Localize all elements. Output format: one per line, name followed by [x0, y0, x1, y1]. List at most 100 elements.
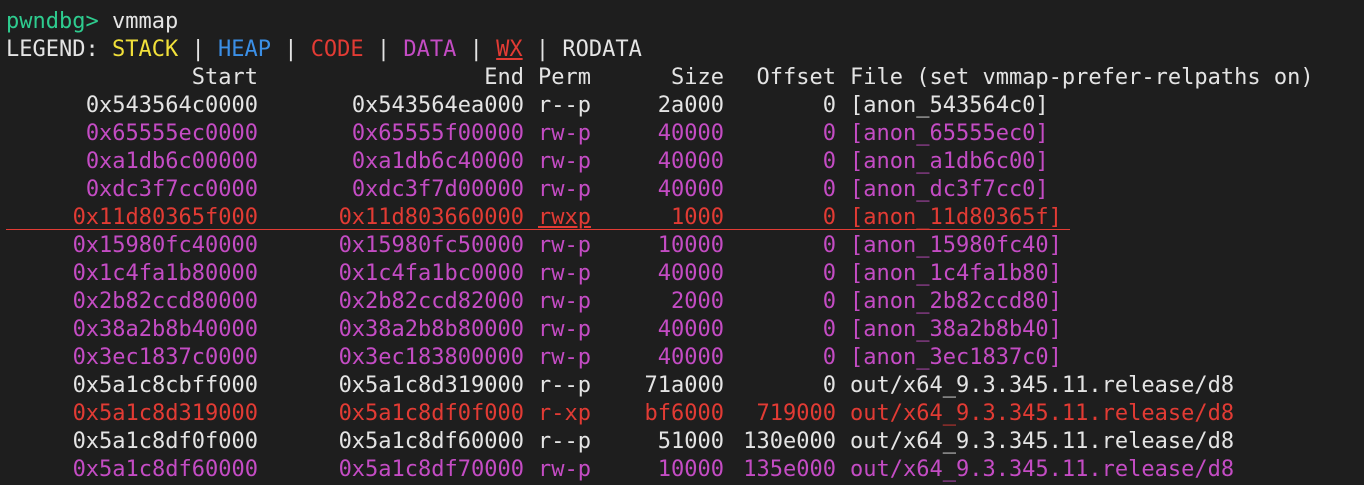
row-file: [anon_a1db6c00] [850, 149, 1049, 174]
row-file: [anon_dc3f7cc0] [850, 177, 1049, 202]
legend-data: DATA [403, 37, 457, 62]
row-size: 40000 [657, 121, 724, 146]
legend-separator: | [469, 37, 483, 62]
prompt-label: pwndbg> [6, 9, 99, 34]
row-offset: 0 [822, 233, 836, 258]
row-file: [anon_3ec1837c0] [850, 345, 1062, 370]
row-end: 0x11d803660000 [338, 205, 524, 230]
row-size: 2a000 [657, 93, 724, 118]
row-perm: r--p [538, 429, 591, 454]
row-offset: 0 [822, 373, 836, 398]
row-size: 40000 [657, 261, 724, 286]
table-row: 0xa1db6c00000 0xa1db6c40000 rw-p 40000 0… [6, 148, 1314, 176]
table-row: 0x3ec1837c0000 0x3ec183800000 rw-p 40000… [6, 344, 1314, 372]
row-start: 0xdc3f7cc0000 [85, 177, 258, 202]
legend-heap: HEAP [217, 37, 271, 62]
row-offset: 0 [822, 149, 836, 174]
row-file: out/x64_9.3.345.11.release/d8 [850, 373, 1235, 398]
table-row: 0x2b82ccd80000 0x2b82ccd82000 rw-p 2000 … [6, 288, 1314, 316]
legend-line: LEGEND: STACK | HEAP | CODE | DATA | WX … [6, 36, 1314, 64]
prompt-line: pwndbg> vmmap [6, 8, 1314, 36]
legend-separator: | [284, 37, 298, 62]
row-perm: rw-p [538, 289, 591, 314]
legend-stack: STACK [111, 37, 179, 62]
row-perm: rw-p [538, 317, 591, 342]
header-perm: Perm [538, 65, 591, 90]
legend-prefix: LEGEND: [6, 37, 99, 62]
row-start: 0x11d80365f000 [72, 205, 258, 230]
row-offset: 0 [822, 261, 836, 286]
row-end: 0x5a1c8df0f000 [338, 401, 524, 426]
row-offset: 135e000 [743, 457, 836, 482]
row-start: 0x3ec1837c0000 [72, 345, 258, 370]
table-row: 0x65555ec0000 0x65555f00000 rw-p 40000 0… [6, 120, 1314, 148]
row-offset: 0 [822, 177, 836, 202]
row-perm: rw-p [538, 177, 591, 202]
row-perm: rw-p [538, 261, 591, 286]
row-end: 0x5a1c8df70000 [338, 457, 524, 482]
terminal-output: pwndbg> vmmap LEGEND: STACK | HEAP | COD… [6, 8, 1314, 484]
table-header: Start End Perm Size Offset File (set vmm… [6, 64, 1314, 92]
row-end: 0x65555f00000 [351, 121, 524, 146]
row-offset: 0 [822, 345, 836, 370]
table-row: 0x543564c0000 0x543564ea000 r--p 2a000 0… [6, 92, 1314, 120]
row-file: [anon_15980fc40] [850, 233, 1062, 258]
row-size: bf6000 [644, 401, 724, 426]
row-offset: 0 [822, 93, 836, 118]
table-row: 0x5a1c8d319000 0x5a1c8df0f000 r-xp bf600… [6, 400, 1314, 428]
row-end: 0x38a2b8b80000 [338, 317, 524, 342]
row-perm: r--p [538, 373, 591, 398]
header-start: Start [191, 65, 258, 90]
row-size: 71a000 [644, 373, 724, 398]
row-start: 0x1c4fa1b80000 [72, 261, 258, 286]
table-row: 0x5a1c8cbff000 0x5a1c8d319000 r--p 71a00… [6, 372, 1314, 400]
row-start: 0x15980fc40000 [72, 233, 258, 258]
table-row: 0x5a1c8df0f000 0x5a1c8df60000 r--p 51000… [6, 428, 1314, 456]
row-size: 51000 [657, 429, 724, 454]
row-file: out/x64_9.3.345.11.release/d8 [850, 401, 1235, 426]
row-end: 0x15980fc50000 [338, 233, 524, 258]
header-size: Size [671, 65, 724, 90]
row-offset: 0 [822, 317, 836, 342]
row-offset: 0 [822, 289, 836, 314]
row-perm: rwxp [538, 205, 591, 230]
row-offset: 719000 [756, 401, 836, 426]
row-offset: 0 [822, 205, 836, 230]
row-end: 0xdc3f7d00000 [351, 177, 524, 202]
row-perm: r-xp [538, 401, 591, 426]
row-file: [anon_38a2b8b40] [850, 317, 1062, 342]
row-start: 0x5a1c8d319000 [72, 401, 258, 426]
header-end: End [484, 65, 524, 90]
row-size: 40000 [657, 177, 724, 202]
command-text: vmmap [111, 9, 179, 34]
legend-rodata: RODATA [562, 37, 642, 62]
row-file: [anon_543564c0] [850, 93, 1049, 118]
row-end: 0x3ec183800000 [338, 345, 524, 370]
row-start: 0x5a1c8df60000 [72, 457, 258, 482]
legend-separator: | [535, 37, 550, 62]
row-size: 40000 [657, 345, 724, 370]
table-row: 0x5a1c8df60000 0x5a1c8df70000 rw-p 10000… [6, 456, 1314, 484]
legend-wx: WX [496, 37, 523, 62]
wx-row-strike-line [6, 229, 1070, 230]
legend-code: CODE [310, 37, 364, 62]
table-row: 0x1c4fa1b80000 0x1c4fa1bc0000 rw-p 40000… [6, 260, 1314, 288]
row-file: [anon_11d80365f] [850, 205, 1062, 230]
row-perm: rw-p [538, 121, 591, 146]
row-perm: rw-p [538, 233, 591, 258]
row-file: out/x64_9.3.345.11.release/d8 [850, 429, 1235, 454]
row-start: 0x543564c0000 [85, 93, 258, 118]
row-size: 40000 [657, 149, 724, 174]
row-size: 10000 [657, 233, 724, 258]
row-start: 0x5a1c8df0f000 [72, 429, 258, 454]
legend-separator: | [376, 37, 391, 62]
row-start: 0x2b82ccd80000 [72, 289, 258, 314]
row-end: 0x5a1c8df60000 [338, 429, 524, 454]
header-file: File (set vmmap-prefer-relpaths on) [850, 65, 1314, 90]
row-file: out/x64_9.3.345.11.release/d8 [850, 457, 1235, 482]
legend-separator: | [191, 37, 205, 62]
table-row: 0x15980fc40000 0x15980fc50000 rw-p 10000… [6, 232, 1314, 260]
table-row: 0x38a2b8b40000 0x38a2b8b80000 rw-p 40000… [6, 316, 1314, 344]
row-offset: 130e000 [743, 429, 836, 454]
row-size: 10000 [657, 457, 724, 482]
